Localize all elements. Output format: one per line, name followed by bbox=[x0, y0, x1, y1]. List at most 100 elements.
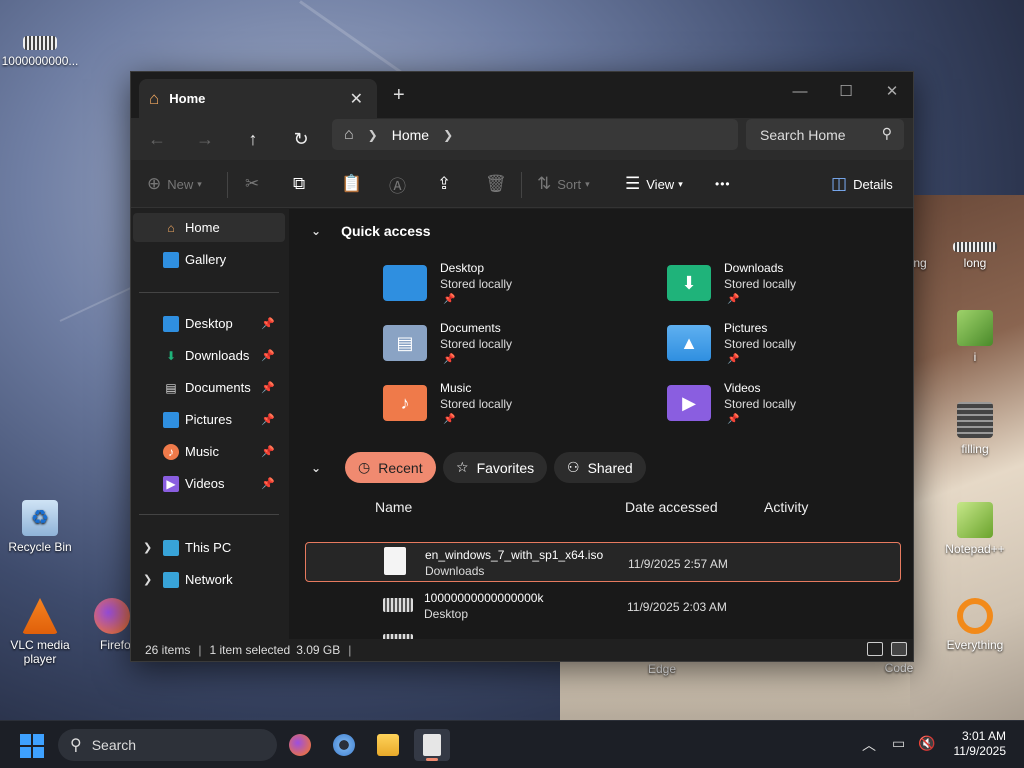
barcode-icon bbox=[383, 598, 413, 612]
pin-icon[interactable]: 📌 bbox=[261, 381, 275, 394]
desktop-icon-i[interactable]: i bbox=[935, 310, 1015, 364]
new-button[interactable]: ⊕ New ▾ bbox=[147, 172, 202, 196]
large-icons-view-icon[interactable] bbox=[891, 642, 907, 656]
pin-icon[interactable]: 📌 bbox=[261, 317, 275, 330]
home-icon: ⌂ bbox=[149, 88, 160, 108]
sidebar-item-label: Pictures bbox=[185, 412, 232, 427]
windows-start-icon[interactable] bbox=[20, 734, 44, 758]
sidebar-item-gallery[interactable]: Gallery bbox=[133, 245, 285, 274]
details-view-icon[interactable] bbox=[867, 642, 883, 656]
quick-access-header[interactable]: ⌄ Quick access bbox=[311, 223, 431, 239]
tab-home[interactable]: ⌂ Home ✕ bbox=[139, 79, 377, 118]
refresh-button[interactable]: ↻ bbox=[283, 124, 319, 154]
desktop-icon-filling[interactable]: filling bbox=[935, 402, 1015, 456]
chevron-right-icon[interactable]: ❯ bbox=[443, 128, 453, 142]
sidebar-item-pictures[interactable]: Pictures 📌 bbox=[133, 405, 285, 434]
address-bar[interactable]: ⌂ ❯ Home ❯ bbox=[332, 119, 738, 150]
copy-icon: ⧉ bbox=[293, 174, 306, 193]
nav-divider bbox=[139, 514, 279, 515]
sidebar-item-home[interactable]: ⌂ Home bbox=[133, 213, 285, 242]
column-header-activity[interactable]: Activity bbox=[764, 499, 808, 515]
view-button[interactable]: ☰ View ▾ bbox=[625, 172, 683, 196]
back-button[interactable]: ← bbox=[139, 124, 175, 154]
desktop-icon-recycle-bin[interactable]: ♻ Recycle Bin bbox=[0, 500, 80, 554]
desktop-icon-vlc[interactable]: VLC media player bbox=[0, 598, 80, 666]
desktop-icon-everything[interactable]: Everything bbox=[935, 598, 1015, 652]
table-row[interactable]: en_windows_7_with_sp1_x64.iso Downloads … bbox=[305, 542, 901, 582]
chevron-right-icon[interactable]: ❯ bbox=[143, 573, 152, 586]
sidebar-item-documents[interactable]: ▤ Documents 📌 bbox=[133, 373, 285, 402]
copy-button[interactable]: ⧉ bbox=[293, 172, 311, 196]
quick-access-item[interactable]: ▲ Pictures Stored locally 📌 bbox=[667, 321, 907, 377]
sidebar-item-desktop[interactable]: Desktop 📌 bbox=[133, 309, 285, 338]
quick-access-item[interactable]: ♪ Music Stored locally 📌 bbox=[383, 381, 623, 437]
sidebar-item-music[interactable]: ♪ Music 📌 bbox=[133, 437, 285, 466]
desktop-icon-edge[interactable]: Edge bbox=[622, 662, 702, 676]
taskbar-search[interactable]: ⚲ Search bbox=[58, 729, 277, 761]
quick-access-item[interactable]: ▶ Videos Stored locally 📌 bbox=[667, 381, 907, 437]
quick-access-item[interactable]: ⬇ Downloads Stored locally 📌 bbox=[667, 261, 907, 317]
download-icon: ⬇ bbox=[165, 348, 177, 363]
quick-access-item[interactable]: ▤ Documents Stored locally 📌 bbox=[383, 321, 623, 377]
network-icon bbox=[163, 571, 179, 588]
tab-shared[interactable]: ⚇ Shared bbox=[554, 452, 646, 483]
sidebar-item-network[interactable]: ❯ Network bbox=[133, 565, 285, 594]
table-row-partial[interactable] bbox=[305, 630, 901, 639]
cut-button[interactable]: ✂ bbox=[245, 172, 265, 196]
rename-button[interactable]: Ⓐ bbox=[389, 172, 412, 196]
pin-icon[interactable]: 📌 bbox=[261, 413, 275, 426]
paste-button[interactable]: 📋 bbox=[341, 172, 368, 196]
pin-icon: 📌 bbox=[443, 414, 456, 425]
chevron-up-icon[interactable]: ︿ bbox=[862, 735, 876, 755]
search-input[interactable]: Search Home ⚲ bbox=[746, 119, 904, 150]
up-button[interactable]: ↑ bbox=[235, 124, 271, 154]
forward-button[interactable]: → bbox=[187, 124, 223, 154]
monitor-icon[interactable]: ▭ bbox=[892, 735, 905, 752]
volume-muted-icon[interactable]: 🔇 bbox=[918, 735, 935, 752]
sidebar-item-label: Gallery bbox=[185, 252, 227, 267]
minimize-button[interactable]: — bbox=[777, 78, 823, 106]
table-row[interactable]: 10000000000000000k Desktop 11/9/2025 2:0… bbox=[305, 586, 901, 626]
taskbar-firefox[interactable] bbox=[282, 729, 318, 761]
scissors-icon: ✂ bbox=[245, 174, 260, 193]
taskbar-active-app[interactable] bbox=[414, 729, 450, 761]
tab-recent[interactable]: ◷ Recent bbox=[345, 452, 436, 483]
chevron-right-icon[interactable]: ❯ bbox=[143, 541, 152, 554]
breadcrumb-home[interactable]: Home bbox=[392, 127, 429, 143]
desktop-icon-notepadpp[interactable]: Notepad++ bbox=[935, 502, 1015, 556]
new-tab-button[interactable]: + bbox=[393, 84, 405, 107]
desktop-icon-label: 1000000000... bbox=[1, 54, 79, 68]
taskbar-file-explorer[interactable] bbox=[370, 729, 406, 761]
desktop-icon-file[interactable]: 1000000000... bbox=[0, 30, 80, 68]
sidebar-item-videos[interactable]: ▶ Videos 📌 bbox=[133, 469, 285, 498]
more-options-button[interactable]: ••• bbox=[715, 172, 731, 196]
column-header-date[interactable]: Date accessed bbox=[625, 499, 718, 515]
system-clock[interactable]: 3:01 AM 11/9/2025 bbox=[954, 729, 1007, 759]
magnifier-icon bbox=[957, 598, 993, 634]
desktop-icon-label: Everything bbox=[946, 638, 1004, 652]
sort-button[interactable]: ⇅ Sort ▾ bbox=[537, 172, 590, 196]
music-icon: ♪ bbox=[163, 443, 179, 460]
delete-button[interactable]: 🗑 bbox=[485, 172, 513, 196]
column-header-name[interactable]: Name bbox=[375, 499, 412, 515]
share-button[interactable]: ⇪ bbox=[437, 172, 457, 196]
sidebar-item-downloads[interactable]: ⬇ Downloads 📌 bbox=[133, 341, 285, 370]
desktop-icon-firefox[interactable]: Firefo bbox=[78, 598, 138, 652]
details-pane-button[interactable]: ◫ Details bbox=[831, 172, 893, 196]
maximize-button[interactable]: ☐ bbox=[823, 78, 869, 106]
close-window-button[interactable]: ✕ bbox=[869, 78, 915, 106]
pin-icon[interactable]: 📌 bbox=[261, 445, 275, 458]
quick-access-item[interactable]: Desktop Stored locally 📌 bbox=[383, 261, 623, 317]
tab-favorites[interactable]: ☆ Favorites bbox=[443, 452, 548, 483]
pin-icon[interactable]: 📌 bbox=[261, 349, 275, 362]
item-status: Stored locally bbox=[440, 277, 513, 291]
recent-section-toggle[interactable]: ⌄ bbox=[311, 461, 341, 475]
close-tab-icon[interactable]: ✕ bbox=[350, 89, 363, 109]
sidebar-item-label: Network bbox=[185, 572, 233, 587]
taskbar-settings[interactable] bbox=[326, 729, 362, 761]
desktop-icon-long[interactable]: long bbox=[935, 238, 1015, 270]
pin-icon[interactable]: 📌 bbox=[261, 477, 275, 490]
image-file-icon bbox=[957, 402, 993, 438]
clock-icon: ◷ bbox=[358, 459, 371, 475]
sidebar-item-this-pc[interactable]: ❯ This PC bbox=[133, 533, 285, 562]
